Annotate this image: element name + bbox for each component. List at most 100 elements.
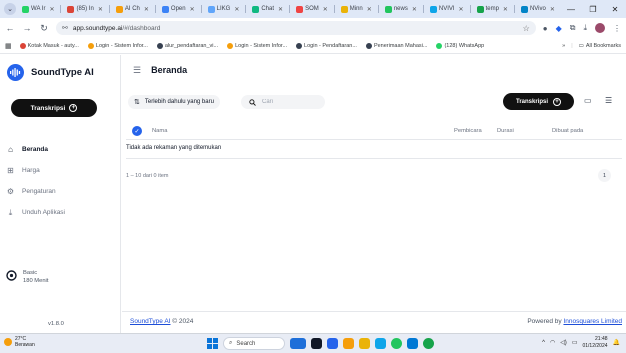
taskbar-search[interactable]: ⌕ Search [223, 337, 285, 350]
download-icon[interactable]: ⤓ [583, 23, 587, 33]
sidebar-item-pengaturan[interactable]: ⚙ Pengaturan [3, 181, 115, 202]
weather-widget[interactable]: 27°C Berawan [4, 336, 35, 348]
powered-by-label: Powered by [527, 318, 562, 325]
bookmark-item[interactable]: Kotak Masuk - auty... [19, 42, 79, 49]
tab-label: SOM [305, 6, 319, 12]
sidebar-item-beranda[interactable]: ⌂ Beranda [3, 139, 115, 160]
chrome-icon[interactable] [391, 338, 402, 349]
file-explorer-icon[interactable] [359, 338, 370, 349]
transcribe-main-button[interactable]: Transkripsi + [503, 93, 574, 110]
column-name[interactable]: Nama [152, 128, 167, 134]
powered-by-link[interactable]: Innosquares Limited [563, 318, 622, 325]
bookmark-item[interactable]: Penerimaan Mahasi... [365, 42, 427, 49]
sort-dropdown[interactable]: ⇅ Terlebih dahulu yang baru [128, 95, 220, 109]
bookmark-label: Kotak Masuk - auty... [27, 42, 79, 49]
tab-close-icon[interactable]: ✕ [190, 6, 195, 13]
tab-close-icon[interactable]: ✕ [503, 6, 508, 13]
search-box[interactable] [241, 95, 325, 109]
tab-close-icon[interactable]: ✕ [234, 6, 239, 13]
tab-close-icon[interactable]: ✕ [412, 6, 417, 13]
tab-close-icon[interactable]: ✕ [550, 6, 555, 13]
sidebar-item-harga[interactable]: ⊞ Harga [3, 160, 115, 181]
windows-start-icon[interactable] [207, 338, 218, 349]
tab-close-icon[interactable]: ✕ [323, 6, 328, 13]
browser-tab[interactable]: Open ✕ [158, 2, 199, 16]
tab-label: Minn [349, 6, 363, 12]
reload-icon[interactable]: ↻ [39, 23, 49, 34]
tab-favicon-icon [207, 5, 215, 13]
extension-icon[interactable]: ◆ [556, 24, 562, 33]
close-window-button[interactable]: ✕ [604, 5, 626, 14]
bookmark-item[interactable]: Login - Sistem Infor... [227, 42, 288, 49]
sidebar-item-unduh-aplikasi[interactable]: ⤓ Unduh Aplikasi [3, 202, 115, 223]
browser-tab[interactable]: NVIVI ✕ [426, 2, 468, 16]
browser-tab[interactable]: Minn ✕ [337, 2, 376, 16]
tab-search-icon[interactable]: ⌄ [4, 3, 16, 15]
back-icon[interactable]: ← [5, 23, 15, 33]
wifi-icon[interactable]: ◠ [550, 339, 555, 346]
volume-icon[interactable]: ◁) [560, 339, 567, 346]
widgets-icon[interactable] [290, 338, 306, 349]
brand[interactable]: SoundType AI [7, 64, 94, 81]
search-input[interactable] [262, 99, 322, 105]
browser-tab[interactable]: WA Ir ✕ [18, 2, 58, 16]
notification-bell-icon[interactable]: 🔔 [613, 339, 620, 346]
apps-grid-icon[interactable]: ▦ [5, 42, 12, 50]
transcribe-button[interactable]: Transkripsi + [11, 99, 97, 117]
page-title: Beranda [151, 65, 188, 75]
tab-separator [200, 5, 202, 13]
plan-minutes: 180 Menit [23, 278, 49, 284]
browser-tab[interactable]: NVivo ✕ [517, 2, 559, 16]
folder-icon[interactable]: ▭ [584, 96, 592, 105]
browser-tab[interactable]: news ✕ [381, 2, 421, 16]
files-icon[interactable] [343, 338, 354, 349]
all-bookmarks-folder[interactable]: ▭ All Bookmarks [579, 43, 621, 49]
extension-icon[interactable]: ● [543, 24, 548, 33]
store-icon[interactable] [407, 338, 418, 349]
tab-separator [154, 5, 156, 13]
bookmark-item[interactable]: (128) WhatsApp [436, 42, 484, 49]
extensions-puzzle-icon[interactable]: ⧉ [570, 23, 576, 33]
bookmark-label: Login - Sistem Infor... [235, 42, 288, 49]
column-speaker[interactable]: Pembicara [454, 128, 482, 134]
column-duration[interactable]: Durasi [497, 128, 514, 134]
battery-icon[interactable]: ▭ [572, 339, 578, 346]
address-bar[interactable]: ⚯ app.soundtype.ai/#/dashboard ☆ [56, 21, 536, 35]
forward-icon[interactable]: → [22, 23, 32, 33]
filter-icon[interactable]: ☰ [605, 96, 612, 105]
page-number-button[interactable]: 1 [598, 169, 611, 182]
bookmark-star-icon[interactable]: ☆ [523, 24, 530, 33]
more-menu-icon[interactable]: ⋮ [613, 24, 621, 33]
tab-close-icon[interactable]: ✕ [49, 6, 54, 13]
column-created[interactable]: Dibuat pada [552, 128, 583, 134]
edge-icon[interactable] [375, 338, 386, 349]
bookmark-item[interactable]: alur_pendaftaran_vi... [156, 42, 218, 49]
more-bookmarks-icon[interactable]: » [562, 43, 565, 49]
site-info-icon[interactable]: ⚯ [62, 24, 68, 32]
clock[interactable]: 21:48 01/12/2024 [582, 336, 607, 349]
task-view-icon[interactable] [311, 338, 322, 349]
maximize-button[interactable]: ❐ [582, 5, 604, 14]
tray-chevron-icon[interactable]: ^ [542, 340, 545, 346]
minimize-button[interactable]: — [560, 5, 582, 14]
browser-tab[interactable]: Chat ✕ [248, 2, 287, 16]
footer-brand-link[interactable]: SoundType AI [130, 318, 170, 325]
browser-tab[interactable]: temp ✕ [473, 2, 512, 16]
profile-avatar[interactable] [595, 23, 605, 33]
tab-close-icon[interactable]: ✕ [459, 6, 464, 13]
browser-tab[interactable]: AI Ch ✕ [112, 2, 153, 16]
chrome-icon[interactable] [423, 338, 434, 349]
select-all-checkbox[interactable]: ✓ [132, 126, 142, 136]
browser-tab[interactable]: (85) In ✕ [63, 2, 106, 16]
tab-close-icon[interactable]: ✕ [144, 6, 149, 13]
browser-tab[interactable]: LIKG ✕ [204, 2, 244, 16]
bookmark-item[interactable]: Login - Pendaftaran... [296, 42, 357, 49]
tab-close-icon[interactable]: ✕ [278, 6, 283, 13]
teams-icon[interactable] [327, 338, 338, 349]
hamburger-menu-icon[interactable]: ☰ [133, 65, 141, 76]
tab-label: temp [485, 6, 499, 12]
tab-close-icon[interactable]: ✕ [367, 6, 372, 13]
bookmark-item[interactable]: Login - Sistem Infor... [87, 42, 148, 49]
tab-close-icon[interactable]: ✕ [98, 6, 103, 13]
browser-tab[interactable]: SOM ✕ [292, 2, 332, 16]
